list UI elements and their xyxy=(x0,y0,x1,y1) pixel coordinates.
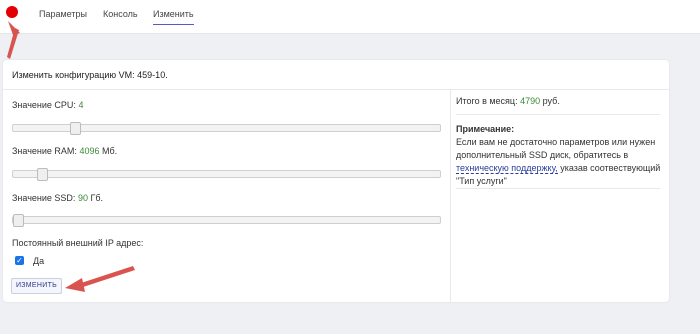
ssd-unit: Гб. xyxy=(90,193,103,203)
note-block: Примечание: Если вам не достаточно парам… xyxy=(456,123,661,188)
ssd-value: 90 xyxy=(77,193,88,203)
cpu-label-row: Значение CPU: 4 xyxy=(12,100,83,110)
ram-label-row: Значение RAM: 4096 Мб. xyxy=(12,146,117,156)
ip-checkbox[interactable]: ✓ xyxy=(15,256,24,265)
tab-console[interactable]: Консоль xyxy=(103,9,138,24)
column-divider xyxy=(450,89,451,302)
page-title: Изменить конфигурацию VM: 459-10. xyxy=(12,70,168,80)
ram-label: Значение RAM: xyxy=(12,146,77,156)
support-link[interactable]: техническую поддержку, xyxy=(456,163,558,174)
top-nav-bar: Параметры Консоль Изменить xyxy=(0,0,700,34)
note-title: Примечание: xyxy=(456,124,515,134)
tab-edit[interactable]: Изменить xyxy=(153,9,194,25)
submit-button[interactable]: ИЗМЕНИТЬ xyxy=(11,278,62,294)
tab-parameters[interactable]: Параметры xyxy=(39,9,87,24)
note-divider xyxy=(456,188,660,189)
ssd-slider-thumb[interactable] xyxy=(13,214,24,227)
cpu-label: Значение CPU: xyxy=(12,100,76,110)
ssd-label-row: Значение SSD: 90 Гб. xyxy=(12,193,103,203)
ssd-slider[interactable] xyxy=(12,214,441,227)
cpu-slider[interactable] xyxy=(12,122,441,135)
note-text-before: Если вам не достаточно параметров или ну… xyxy=(456,137,656,160)
total-label: Итого в месяц: xyxy=(456,96,518,106)
cpu-value: 4 xyxy=(78,100,84,110)
ram-value: 4096 xyxy=(79,146,100,156)
ram-slider-thumb[interactable] xyxy=(36,168,48,181)
ip-checkbox-label: Да xyxy=(33,256,45,266)
total-value: 4790 xyxy=(520,96,541,106)
ssd-label: Значение SSD: xyxy=(12,193,76,203)
status-indicator-icon xyxy=(6,6,18,18)
monthly-total: Итого в месяц: 4790 руб. xyxy=(456,96,660,115)
cpu-slider-thumb[interactable] xyxy=(69,122,81,135)
ip-label: Постоянный внешний IP адрес: xyxy=(12,238,144,248)
ram-slider[interactable] xyxy=(12,168,441,181)
total-unit: руб. xyxy=(542,96,560,106)
card-header: Изменить конфигурацию VM: 459-10. xyxy=(3,60,669,90)
ram-unit: Мб. xyxy=(101,146,118,156)
